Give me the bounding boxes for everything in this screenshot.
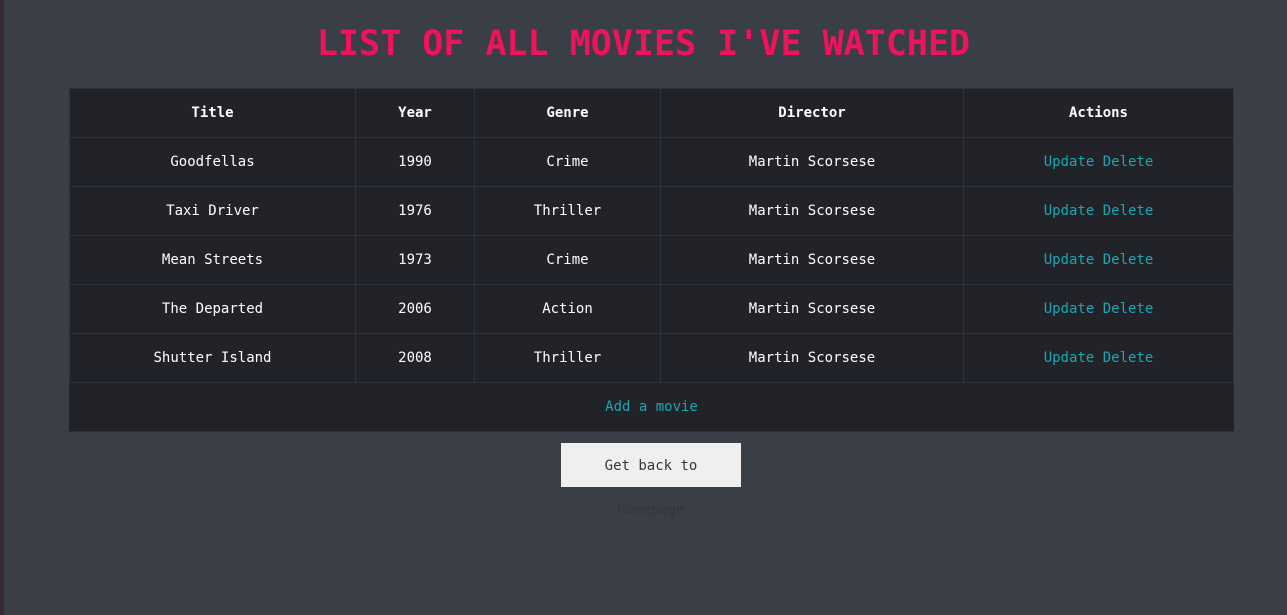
delete-link[interactable]: Delete [1103, 301, 1154, 317]
cell-genre: Action [474, 284, 661, 334]
update-link[interactable]: Update [1044, 203, 1095, 219]
header-year: Year [355, 88, 475, 138]
table-row: Shutter Island 2008 Thriller Martin Scor… [69, 333, 1234, 383]
cell-genre: Thriller [474, 333, 661, 383]
cell-year: 1976 [355, 186, 475, 236]
movies-table: Title Year Genre Director Actions Goodfe… [69, 88, 1234, 432]
add-movie-link[interactable]: Add a movie [605, 399, 698, 415]
cell-director: Martin Scorsese [660, 235, 964, 285]
cell-genre: Thriller [474, 186, 661, 236]
cell-title: Mean Streets [69, 235, 356, 285]
cell-genre: Crime [474, 235, 661, 285]
cell-director: Martin Scorsese [660, 186, 964, 236]
cell-director: Martin Scorsese [660, 137, 964, 187]
header-genre: Genre [474, 88, 661, 138]
table-row: The Departed 2006 Action Martin Scorsese… [69, 284, 1234, 334]
cell-year: 1990 [355, 137, 475, 187]
cell-actions: Update Delete [963, 284, 1234, 334]
cell-title: The Departed [69, 284, 356, 334]
cell-actions: Update Delete [963, 235, 1234, 285]
page-title: LIST OF ALL MOVIES I'VE WATCHED [316, 24, 971, 64]
cell-year: 1973 [355, 235, 475, 285]
header-director: Director [660, 88, 964, 138]
table-header-row: Title Year Genre Director Actions [69, 88, 1234, 138]
header-title: Title [69, 88, 356, 138]
header-actions: Actions [963, 88, 1234, 138]
add-movie-row: Add a movie [69, 382, 1234, 432]
cell-title: Taxi Driver [69, 186, 356, 236]
cell-title: Goodfellas [69, 137, 356, 187]
cell-actions: Update Delete [963, 186, 1234, 236]
cell-actions: Update Delete [963, 137, 1234, 187]
cell-year: 2006 [355, 284, 475, 334]
delete-link[interactable]: Delete [1103, 350, 1154, 366]
cell-genre: Crime [474, 137, 661, 187]
cell-director: Martin Scorsese [660, 284, 964, 334]
table-row: Goodfellas 1990 Crime Martin Scorsese Up… [69, 137, 1234, 187]
cell-actions: Update Delete [963, 333, 1234, 383]
delete-link[interactable]: Delete [1103, 252, 1154, 268]
cell-title: Shutter Island [69, 333, 356, 383]
window-edge [0, 0, 4, 615]
update-link[interactable]: Update [1044, 252, 1095, 268]
table-row: Mean Streets 1973 Crime Martin Scorsese … [69, 235, 1234, 285]
update-link[interactable]: Update [1044, 154, 1095, 170]
cell-year: 2008 [355, 333, 475, 383]
delete-link[interactable]: Delete [1103, 203, 1154, 219]
back-to-homepage-button[interactable]: Get back to homepage [561, 443, 741, 518]
table-row: Taxi Driver 1976 Thriller Martin Scorses… [69, 186, 1234, 236]
delete-link[interactable]: Delete [1103, 154, 1154, 170]
add-movie-cell: Add a movie [69, 382, 1234, 432]
update-link[interactable]: Update [1044, 350, 1095, 366]
cell-director: Martin Scorsese [660, 333, 964, 383]
update-link[interactable]: Update [1044, 301, 1095, 317]
